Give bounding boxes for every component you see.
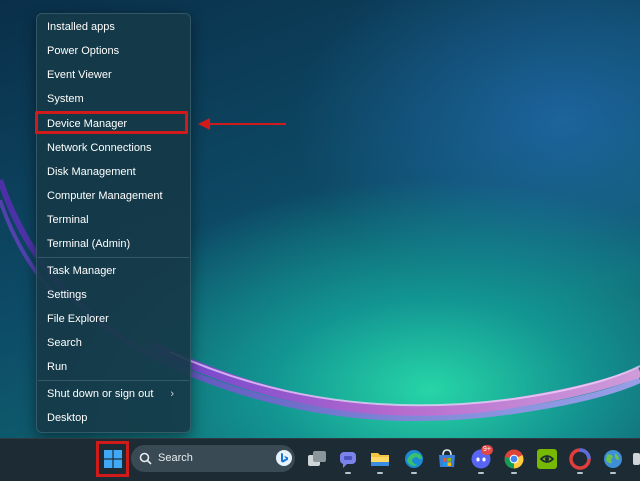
edge-icon[interactable] (403, 448, 425, 470)
menu-item-shut-down[interactable]: Shut down or sign out › (43, 383, 184, 405)
menu-item-file-explorer[interactable]: File Explorer (43, 308, 184, 330)
opera-icon[interactable] (569, 448, 591, 470)
menu-item-power-options[interactable]: Power Options (43, 40, 184, 62)
menu-item-task-manager[interactable]: Task Manager (43, 260, 184, 282)
menu-item-shut-down-label: Shut down or sign out (47, 388, 154, 400)
running-indicator (345, 472, 351, 474)
running-indicator (511, 472, 517, 474)
search-label: Search (158, 452, 193, 464)
running-indicator (411, 472, 417, 474)
notification-badge: 9+ (481, 445, 493, 455)
menu-item-network-connections[interactable]: Network Connections (43, 137, 184, 159)
menu-item-terminal-admin[interactable]: Terminal (Admin) (43, 233, 184, 255)
task-view-icon[interactable] (306, 448, 328, 470)
taskbar-search-box[interactable]: Search (131, 445, 295, 472)
menu-item-terminal[interactable]: Terminal (43, 209, 184, 231)
nvidia-icon[interactable] (536, 448, 558, 470)
annotation-arrow-icon (198, 118, 286, 130)
file-explorer-icon[interactable] (369, 448, 391, 470)
running-indicator (377, 472, 383, 474)
menu-item-event-viewer[interactable]: Event Viewer (43, 64, 184, 86)
chevron-right-icon: › (170, 388, 174, 400)
menu-divider (38, 380, 189, 381)
browser-globe-icon[interactable] (602, 448, 624, 470)
start-button[interactable] (96, 441, 129, 477)
chrome-icon[interactable] (503, 448, 525, 470)
microsoft-store-icon[interactable] (436, 448, 458, 470)
menu-item-disk-management[interactable]: Disk Management (43, 161, 184, 183)
search-icon (139, 452, 152, 465)
windows-logo-icon (104, 450, 122, 468)
menu-item-system[interactable]: System (43, 88, 184, 110)
menu-item-search[interactable]: Search (43, 332, 184, 354)
menu-item-desktop[interactable]: Desktop (43, 407, 184, 429)
menu-item-settings[interactable]: Settings (43, 284, 184, 306)
running-indicator (610, 472, 616, 474)
menu-divider (38, 257, 189, 258)
menu-item-run[interactable]: Run (43, 356, 184, 378)
running-indicator (478, 472, 484, 474)
menu-item-computer-management[interactable]: Computer Management (43, 185, 184, 207)
bing-icon[interactable] (276, 450, 292, 466)
device-manager-highlight (35, 111, 188, 134)
teams-chat-icon[interactable] (337, 448, 359, 470)
running-indicator (577, 472, 583, 474)
overflow-icon[interactable] (633, 448, 640, 470)
winx-context-menu: Installed apps Power Options Event Viewe… (36, 13, 191, 433)
menu-item-installed-apps[interactable]: Installed apps (43, 16, 184, 38)
